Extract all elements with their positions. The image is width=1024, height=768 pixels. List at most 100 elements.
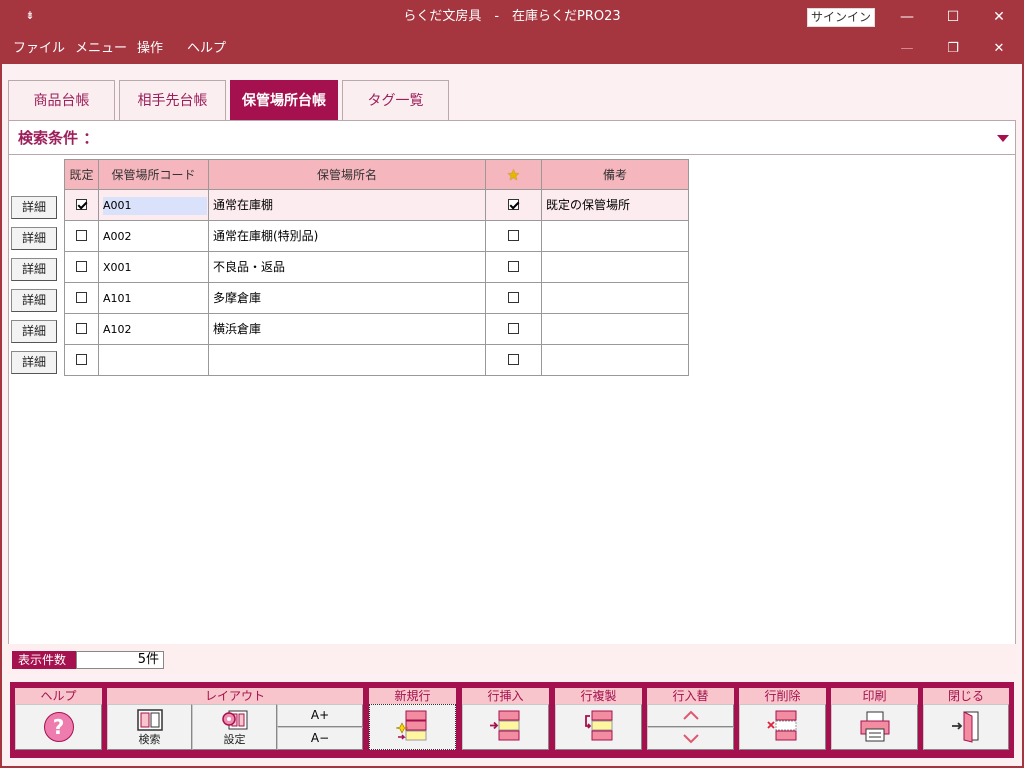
- close-window-button[interactable]: ✕: [976, 0, 1022, 34]
- default-cell[interactable]: [64, 283, 99, 314]
- layout-search-icon: [136, 709, 163, 731]
- layout-settings-button[interactable]: 設定: [192, 704, 277, 750]
- menu-menu[interactable]: メニュー: [75, 34, 127, 64]
- tab-partners[interactable]: 相手先台帳: [119, 80, 226, 121]
- code-cell[interactable]: A102: [99, 314, 209, 345]
- code-cell[interactable]: A002: [99, 221, 209, 252]
- font-size-up-button[interactable]: A+: [277, 704, 363, 727]
- menu-help[interactable]: ヘルプ: [187, 34, 226, 64]
- insert-row-label: 行挿入: [462, 688, 549, 704]
- maximize-button[interactable]: ☐: [930, 0, 976, 34]
- copy-row-button[interactable]: [555, 704, 642, 750]
- bottom-toolbar: ヘルプ ? レイアウト 検索 設定 A+ A− 新規行 行挿入 行複製 行入替 …: [10, 682, 1014, 758]
- default-checkbox[interactable]: [76, 323, 87, 334]
- star-checkbox[interactable]: [508, 199, 519, 210]
- default-cell[interactable]: [64, 252, 99, 283]
- layout-search-button[interactable]: 検索: [107, 704, 192, 750]
- star-checkbox[interactable]: [508, 292, 519, 303]
- detail-button[interactable]: 詳細: [11, 227, 57, 250]
- star-cell[interactable]: [486, 283, 542, 314]
- star-cell[interactable]: [486, 345, 542, 376]
- menu-bar: ファイル メニュー 操作 ヘルプ — ❐ ✕: [0, 34, 1024, 64]
- star-checkbox[interactable]: [508, 230, 519, 241]
- count-label: 表示件数: [12, 651, 76, 669]
- code-text: A002: [103, 230, 132, 243]
- help-button[interactable]: ?: [15, 704, 102, 750]
- name-cell[interactable]: 通常在庫棚: [209, 190, 486, 221]
- signin-button[interactable]: サインイン: [807, 8, 875, 27]
- delete-row-icon: [766, 710, 796, 741]
- layout-search-caption: 検索: [138, 733, 161, 746]
- detail-button[interactable]: 詳細: [11, 320, 57, 343]
- default-cell[interactable]: [64, 345, 99, 376]
- header-note: 備考: [542, 159, 689, 190]
- detail-button[interactable]: 詳細: [11, 258, 57, 281]
- chevron-down-icon[interactable]: [997, 135, 1009, 142]
- menu-file[interactable]: ファイル: [13, 34, 65, 64]
- note-cell[interactable]: [542, 345, 689, 376]
- star-checkbox[interactable]: [508, 261, 519, 272]
- tab-products[interactable]: 商品台帳: [8, 80, 115, 121]
- code-cell[interactable]: [99, 345, 209, 376]
- mdi-restore-button[interactable]: ❐: [930, 34, 976, 64]
- swap-row-label: 行入替: [647, 688, 734, 704]
- default-cell[interactable]: [64, 314, 99, 345]
- print-group: 印刷: [831, 688, 918, 750]
- default-checkbox[interactable]: [76, 230, 87, 241]
- insert-row-button[interactable]: [462, 704, 549, 750]
- help-group: ヘルプ ?: [15, 688, 102, 750]
- note-cell[interactable]: [542, 252, 689, 283]
- star-checkbox[interactable]: [508, 323, 519, 334]
- delete-row-button[interactable]: [739, 704, 826, 750]
- star-cell[interactable]: [486, 252, 542, 283]
- copy-row-label: 行複製: [555, 688, 642, 704]
- code-text: A102: [103, 323, 132, 336]
- print-button[interactable]: [831, 704, 918, 750]
- delete-row-label: 行削除: [739, 688, 826, 704]
- name-cell[interactable]: 通常在庫棚(特別品): [209, 221, 486, 252]
- code-text: A101: [103, 292, 132, 305]
- star-cell[interactable]: [486, 221, 542, 252]
- note-cell[interactable]: [542, 314, 689, 345]
- mdi-close-button[interactable]: ✕: [976, 34, 1022, 64]
- name-cell[interactable]: 不良品・返品: [209, 252, 486, 283]
- default-checkbox[interactable]: [76, 354, 87, 365]
- header-code: 保管場所コード: [99, 159, 209, 190]
- name-cell[interactable]: 多摩倉庫: [209, 283, 486, 314]
- code-input[interactable]: A001: [103, 197, 207, 215]
- note-cell[interactable]: [542, 283, 689, 314]
- minimize-button[interactable]: —: [884, 0, 930, 34]
- name-cell[interactable]: 横浜倉庫: [209, 314, 486, 345]
- star-checkbox[interactable]: [508, 354, 519, 365]
- default-checkbox[interactable]: [76, 199, 87, 210]
- note-cell[interactable]: 既定の保管場所: [542, 190, 689, 221]
- default-checkbox[interactable]: [76, 292, 87, 303]
- help-group-label: ヘルプ: [15, 688, 102, 704]
- default-cell[interactable]: [64, 221, 99, 252]
- star-cell[interactable]: [486, 314, 542, 345]
- search-conditions-bar[interactable]: 検索条件 ：: [9, 121, 1015, 155]
- note-cell[interactable]: [542, 221, 689, 252]
- new-row-label: 新規行: [369, 688, 456, 704]
- detail-button[interactable]: 詳細: [11, 289, 57, 312]
- mdi-minimize-button[interactable]: —: [884, 34, 930, 64]
- detail-button[interactable]: 詳細: [11, 196, 57, 219]
- detail-button[interactable]: 詳細: [11, 351, 57, 374]
- move-row-down-button[interactable]: [647, 727, 734, 750]
- menu-operation[interactable]: 操作: [137, 34, 163, 64]
- code-cell[interactable]: A001: [99, 190, 209, 221]
- move-row-up-button[interactable]: [647, 704, 734, 727]
- new-row-button[interactable]: [369, 704, 456, 750]
- code-cell[interactable]: X001: [99, 252, 209, 283]
- close-button[interactable]: [923, 704, 1009, 750]
- tab-tags[interactable]: タグ一覧: [342, 80, 449, 121]
- default-checkbox[interactable]: [76, 261, 87, 272]
- font-size-down-button[interactable]: A−: [277, 727, 363, 750]
- name-cell[interactable]: [209, 345, 486, 376]
- default-cell[interactable]: [64, 190, 99, 221]
- client-area: 商品台帳 相手先台帳 保管場所台帳 タグ一覧 検索条件 ： 詳細 詳細 詳細 詳…: [2, 64, 1022, 766]
- code-cell[interactable]: A101: [99, 283, 209, 314]
- star-cell[interactable]: [486, 190, 542, 221]
- tab-storage-locations[interactable]: 保管場所台帳: [230, 80, 338, 121]
- star-icon: ★: [506, 166, 521, 184]
